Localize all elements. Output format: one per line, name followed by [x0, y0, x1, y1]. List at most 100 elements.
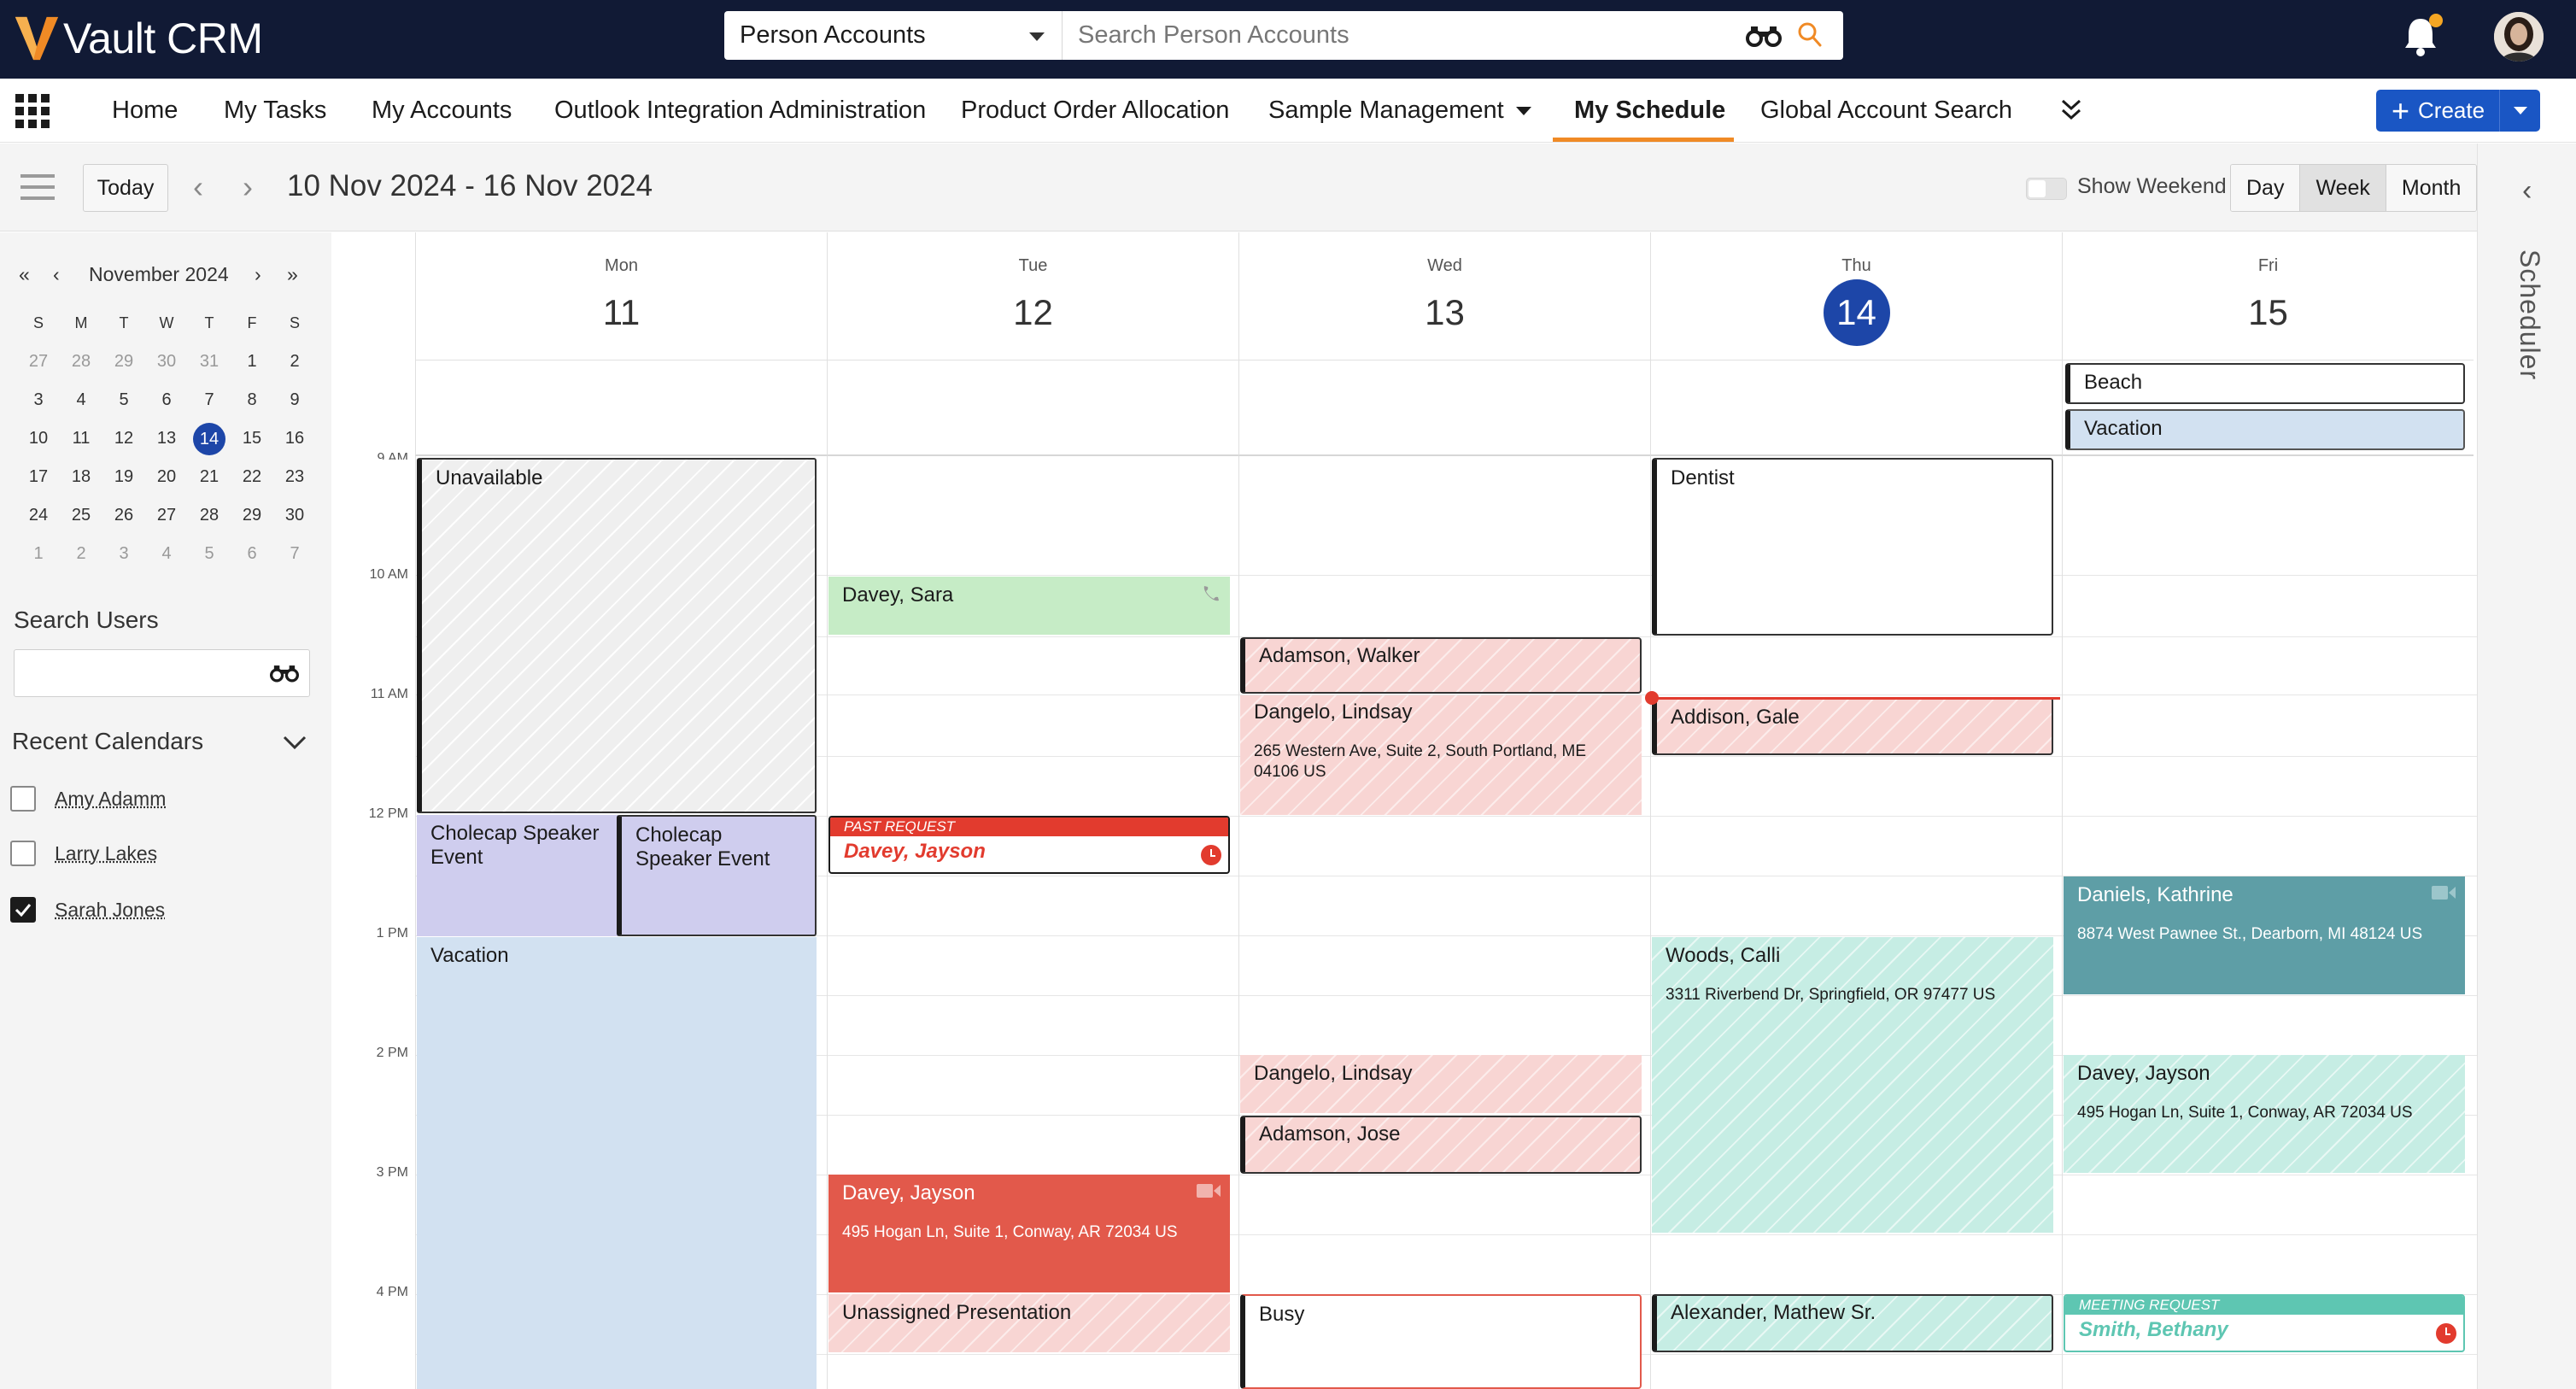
mini-calendar-day[interactable]: 24 [17, 506, 60, 525]
past-request-event[interactable]: PAST REQUEST Davey, Jayson [828, 816, 1230, 874]
mini-calendar-day[interactable]: 26 [102, 506, 145, 525]
calendar-event[interactable]: Dangelo, Lindsay [1240, 1055, 1642, 1113]
nav-global-account-search[interactable]: Global Account Search [1760, 79, 2012, 143]
expand-scheduler-chevron-icon[interactable]: ‹ [2522, 174, 2532, 208]
day-header-thu[interactable]: Thu 14 [1650, 232, 2062, 360]
mini-calendar-day[interactable]: 28 [188, 506, 231, 525]
search-users-input[interactable] [14, 649, 310, 697]
mini-calendar-day[interactable]: 9 [273, 390, 316, 410]
allday-cell[interactable] [827, 360, 1238, 456]
global-search-input[interactable]: Search Person Accounts [1063, 11, 1843, 60]
calendar-event[interactable]: Unassigned Presentation [828, 1294, 1230, 1352]
mini-calendar-day[interactable]: 20 [145, 467, 188, 487]
calendar-event[interactable]: Vacation [2065, 409, 2465, 450]
calendar-event[interactable]: Woods, Calli 3311 Riverbend Dr, Springfi… [1652, 937, 2053, 1233]
mini-calendar-day[interactable]: 14 [188, 422, 231, 455]
vault-crm-logo[interactable]: Vault CRM [12, 9, 263, 68]
calendar-event[interactable]: Cholecap Speaker Event [417, 815, 618, 936]
previous-month-chevron-icon[interactable]: ‹ [53, 263, 60, 286]
recent-calendar-item[interactable]: Sarah Jones [10, 895, 165, 924]
nav-sample-management[interactable]: Sample Management [1268, 79, 1531, 143]
scheduler-panel-label[interactable]: Scheduler [2514, 249, 2545, 380]
sidebar-toggle-hamburger-icon[interactable] [20, 174, 55, 200]
day-header-mon[interactable]: Mon 11 [415, 232, 827, 360]
mini-calendar-day[interactable]: 12 [102, 429, 145, 448]
mini-calendar-day[interactable]: 23 [273, 467, 316, 487]
mini-calendar-day[interactable]: 5 [188, 544, 231, 564]
calendar-event[interactable]: Unavailable [417, 458, 817, 813]
calendar-event[interactable]: Davey, Jayson 495 Hogan Ln, Suite 1, Con… [2064, 1055, 2465, 1173]
allday-cell[interactable] [1650, 360, 2062, 456]
mini-calendar-day[interactable]: 25 [60, 506, 102, 525]
mini-calendar-day[interactable]: 31 [188, 352, 231, 372]
mini-calendar-day[interactable]: 4 [60, 390, 102, 410]
user-avatar[interactable] [2494, 12, 2544, 62]
previous-year-double-chevron-icon[interactable]: « [19, 263, 30, 286]
recent-calendar-item[interactable]: Amy Adamm [10, 784, 166, 813]
allday-cell[interactable] [1238, 360, 1650, 456]
calendar-event[interactable]: Daniels, Kathrine 8874 West Pawnee St., … [2064, 876, 2465, 994]
calendar-event[interactable]: Addison, Gale [1652, 697, 2053, 755]
nav-my-schedule[interactable]: My Schedule [1574, 79, 1725, 143]
mini-calendar-day[interactable]: 29 [231, 506, 273, 525]
calendar-event[interactable]: Cholecap Speaker Event [617, 815, 817, 936]
calendar-event[interactable]: Busy [1240, 1294, 1642, 1389]
mini-calendar-day[interactable]: 22 [231, 467, 273, 487]
nav-home[interactable]: Home [112, 79, 178, 143]
calendar-event[interactable]: Adamson, Walker [1240, 637, 1642, 694]
mini-calendar-day[interactable]: 1 [231, 352, 273, 372]
app-launcher-grid-icon[interactable] [15, 94, 50, 128]
day-header-fri[interactable]: Fri 15 [2062, 232, 2474, 360]
search-object-select[interactable]: Person Accounts [724, 11, 1063, 60]
show-weekend-toggle[interactable] [2026, 178, 2067, 200]
mini-calendar-day[interactable]: 7 [273, 544, 316, 564]
next-week-chevron-icon[interactable]: › [243, 169, 253, 205]
chevron-down-icon[interactable] [282, 733, 307, 752]
mini-calendar-day[interactable]: 27 [17, 352, 60, 372]
calendar-event[interactable]: Beach [2065, 363, 2465, 404]
create-menu-button[interactable] [2499, 90, 2540, 132]
mini-calendar-day[interactable]: 28 [60, 352, 102, 372]
nav-outlook-integration-administration[interactable]: Outlook Integration Administration [554, 79, 926, 143]
mini-calendar-day[interactable]: 17 [17, 467, 60, 487]
mini-calendar-day[interactable]: 3 [102, 544, 145, 564]
view-month-button[interactable]: Month [2386, 165, 2477, 211]
more-tabs-double-chevron-icon[interactable] [2060, 97, 2082, 123]
next-month-chevron-icon[interactable]: › [255, 263, 261, 286]
mini-calendar-day[interactable]: 6 [145, 390, 188, 410]
recent-calendar-name[interactable]: Larry Lakes [55, 842, 157, 865]
mini-calendar-day[interactable]: 5 [102, 390, 145, 410]
nav-product-order-allocation[interactable]: Product Order Allocation [961, 79, 1229, 143]
recent-calendar-checkbox[interactable] [10, 786, 36, 812]
mini-calendar-day[interactable]: 27 [145, 506, 188, 525]
view-week-button[interactable]: Week [2300, 165, 2386, 211]
create-button[interactable]: + Create [2376, 90, 2540, 132]
recent-calendar-item[interactable]: Larry Lakes [10, 839, 157, 868]
mini-calendar-day[interactable]: 3 [17, 390, 60, 410]
mini-calendar-day[interactable]: 13 [145, 429, 188, 448]
mini-calendar-day[interactable]: 2 [60, 544, 102, 564]
calendar-event[interactable]: Dangelo, Lindsay 265 Western Ave, Suite … [1240, 695, 1642, 815]
mini-calendar-day[interactable]: 30 [273, 506, 316, 525]
allday-cell[interactable] [415, 360, 827, 456]
mini-calendar-day[interactable]: 6 [231, 544, 273, 564]
mini-calendar-day[interactable]: 4 [145, 544, 188, 564]
day-header-tue[interactable]: Tue 12 [827, 232, 1238, 360]
calendar-event[interactable]: Adamson, Jose [1240, 1116, 1642, 1174]
today-button[interactable]: Today [83, 164, 168, 212]
nav-my-tasks[interactable]: My Tasks [224, 79, 326, 143]
mini-calendar-day[interactable]: 19 [102, 467, 145, 487]
recent-calendar-name[interactable]: Sarah Jones [55, 899, 165, 922]
mini-calendar-day[interactable]: 16 [273, 429, 316, 448]
calendar-event[interactable]: Davey, Jayson 495 Hogan Ln, Suite 1, Con… [828, 1175, 1230, 1292]
day-header-wed[interactable]: Wed 13 [1238, 232, 1650, 360]
next-year-double-chevron-icon[interactable]: » [287, 263, 298, 286]
mini-calendar-day[interactable]: 7 [188, 390, 231, 410]
nav-my-accounts[interactable]: My Accounts [372, 79, 512, 143]
previous-week-chevron-icon[interactable]: ‹ [193, 169, 203, 205]
mini-calendar-day[interactable]: 11 [60, 429, 102, 448]
calendar-event[interactable]: Alexander, Mathew Sr. [1652, 1294, 2053, 1352]
recent-calendar-name[interactable]: Amy Adamm [55, 788, 166, 811]
meeting-request-event[interactable]: MEETING REQUEST Smith, Bethany [2064, 1294, 2465, 1352]
mini-calendar-day[interactable]: 30 [145, 352, 188, 372]
